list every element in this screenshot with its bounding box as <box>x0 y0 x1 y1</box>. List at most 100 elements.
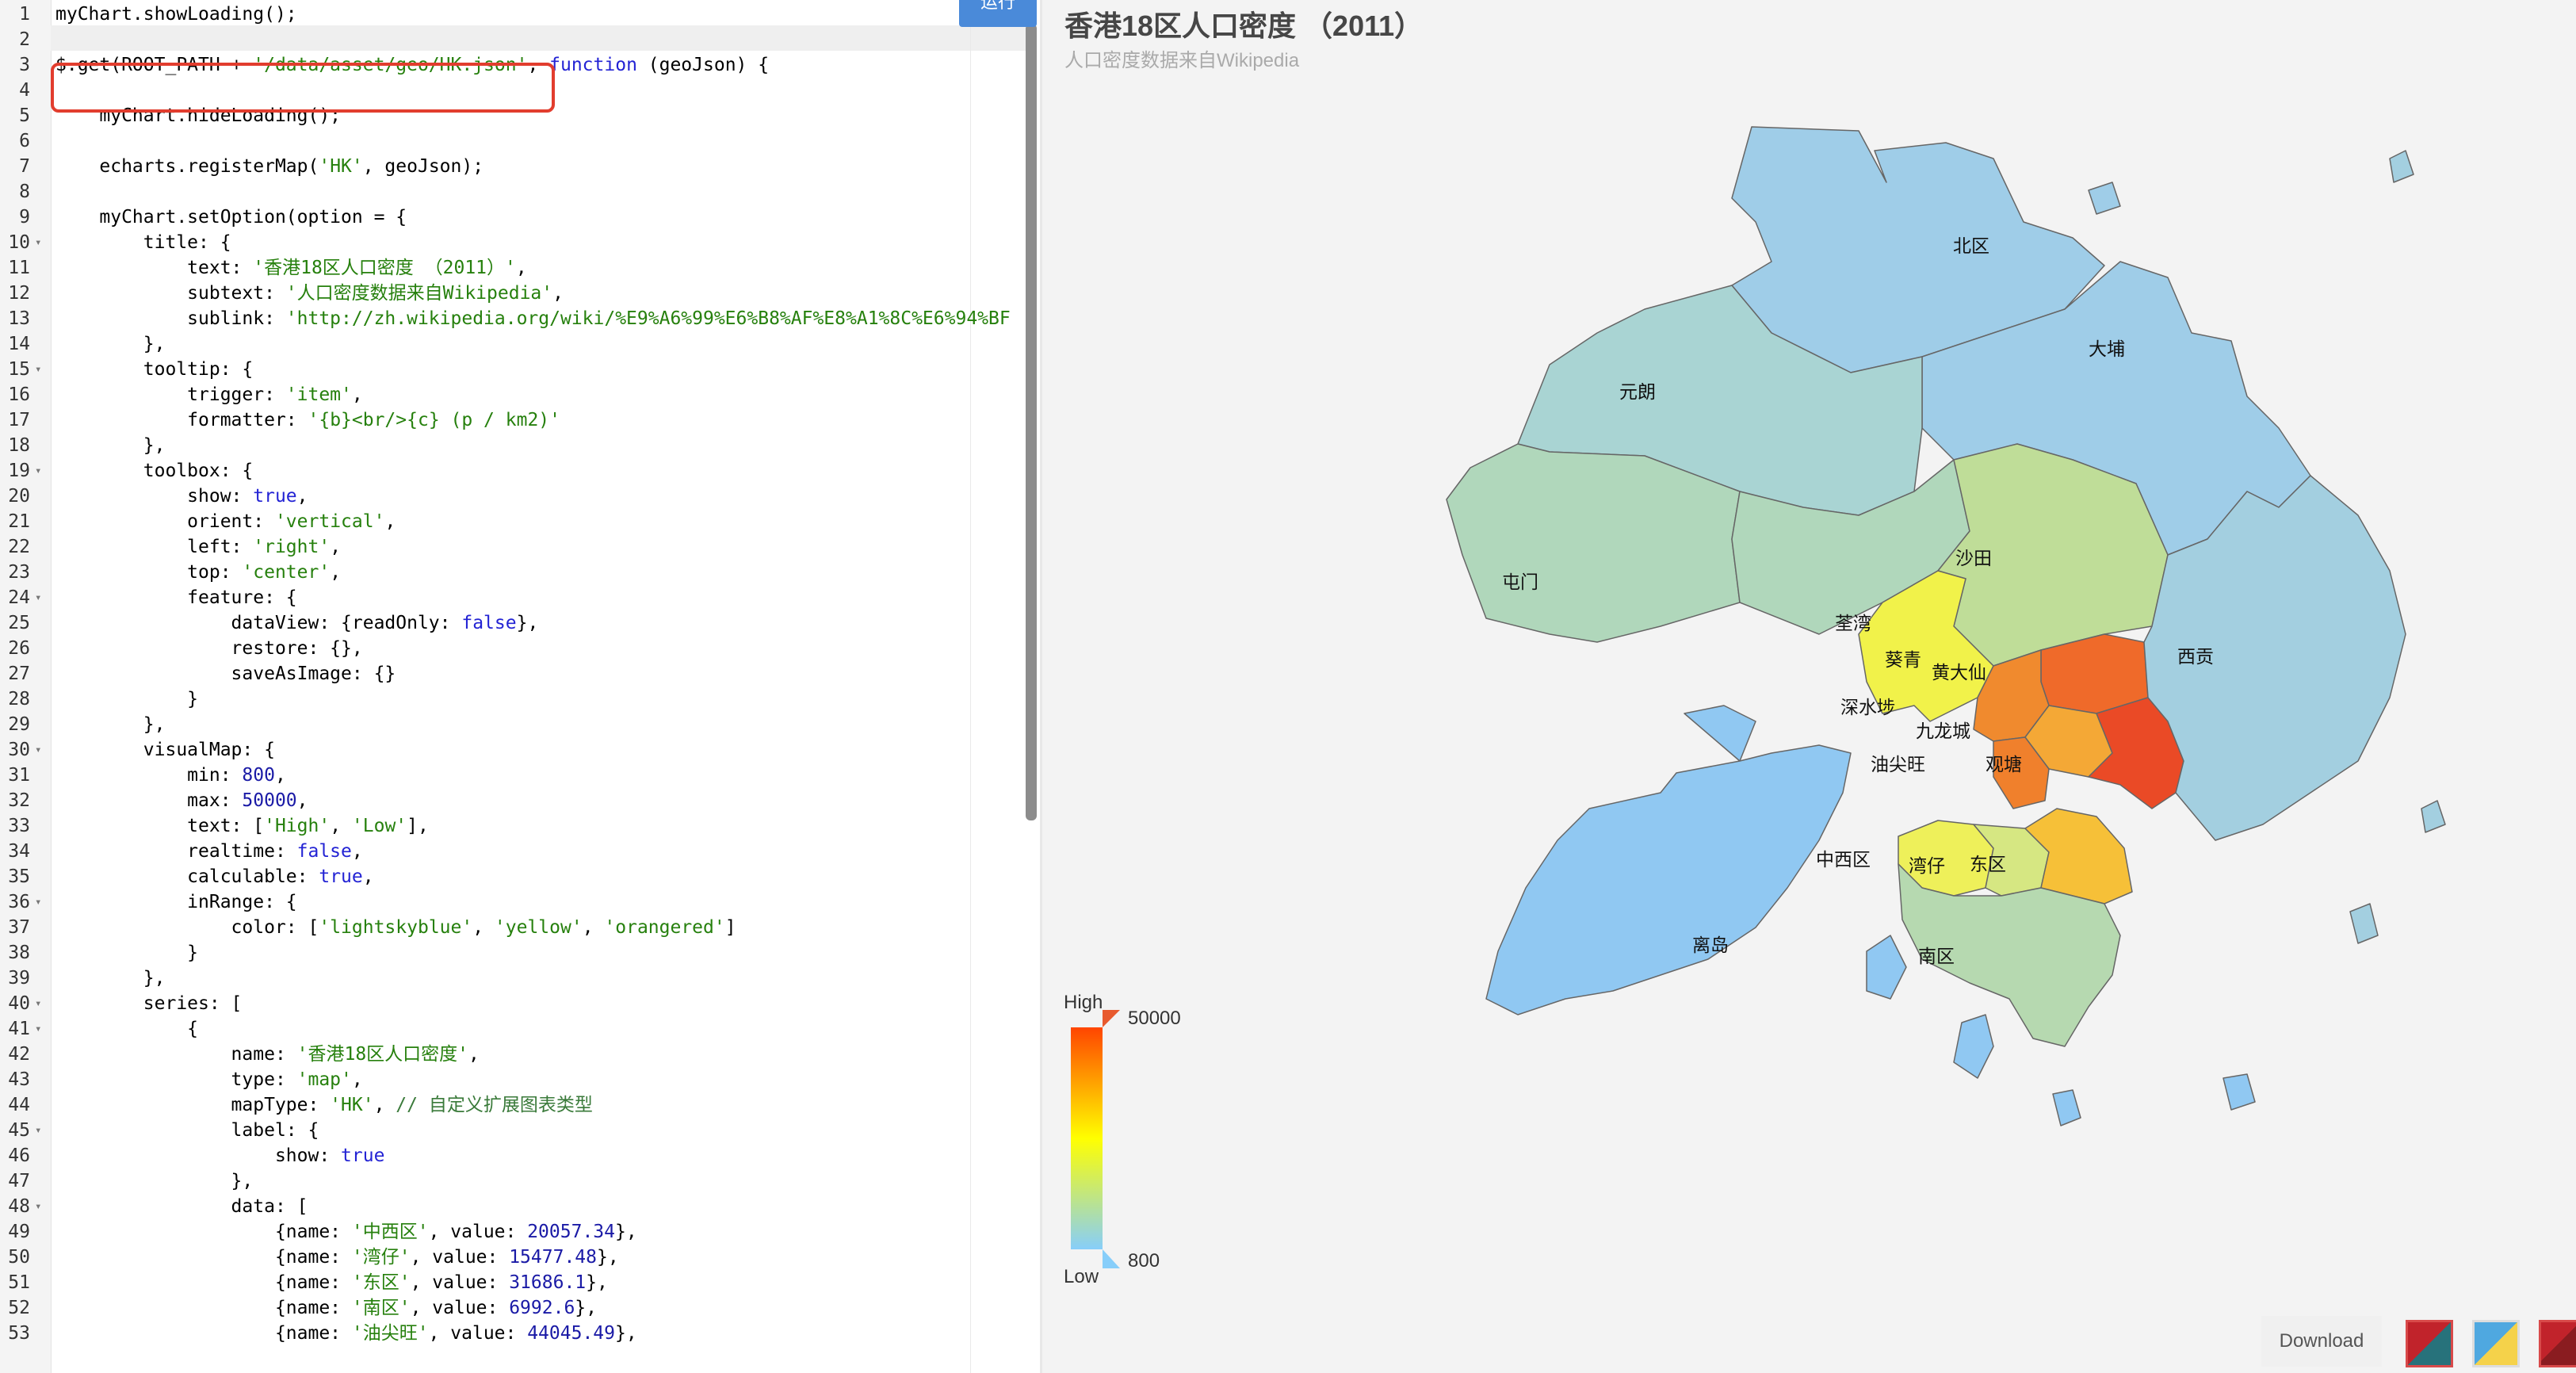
code-line[interactable]: 27 saveAsImage: {} <box>0 661 1040 686</box>
code-line[interactable]: 36 ▾ inRange: { <box>0 889 1040 915</box>
code-line[interactable]: 21 orient: 'vertical', <box>0 509 1040 534</box>
code-line[interactable]: 16 trigger: 'item', <box>0 382 1040 407</box>
code-line[interactable]: 31 min: 800, <box>0 763 1040 788</box>
code-line[interactable]: 18 }, <box>0 433 1040 458</box>
fold-arrow-icon[interactable]: ▾ <box>35 1016 41 1042</box>
visual-map-min-handle[interactable] <box>1103 1249 1120 1268</box>
code-line[interactable]: 14 }, <box>0 331 1040 357</box>
code-line[interactable]: 20 show: true, <box>0 484 1040 509</box>
code-line[interactable]: 47 }, <box>0 1168 1040 1194</box>
code-line[interactable]: 17 formatter: '{b}<br/>{c} (p / km2)' <box>0 407 1040 433</box>
code-editor[interactable]: 1 myChart.showLoading(); 2 3 $.get(ROOT_PATH… <box>0 0 1040 1373</box>
code-text: myChart.showLoading(); <box>55 2 297 27</box>
code-line[interactable]: 28 } <box>0 686 1040 712</box>
code-line[interactable]: 37 color: ['lightskyblue', 'yellow', 'or… <box>0 915 1040 940</box>
code-line[interactable]: 46 show: true <box>0 1143 1040 1168</box>
code-line[interactable]: 26 restore: {}, <box>0 636 1040 661</box>
code-text: } <box>55 686 198 712</box>
fold-arrow-icon[interactable]: ▾ <box>35 1118 41 1143</box>
code-line[interactable]: 50 {name: '湾仔', value: 15477.48}, <box>0 1245 1040 1270</box>
code-line[interactable]: 45 ▾ label: { <box>0 1118 1040 1143</box>
theme-swatch-dark[interactable] <box>2406 1320 2453 1367</box>
code-line[interactable]: 8 <box>0 179 1040 205</box>
fold-arrow-icon[interactable]: ▾ <box>35 737 41 763</box>
code-line[interactable]: 19 ▾ toolbox: { <box>0 458 1040 484</box>
code-line[interactable]: 11 text: '香港18区人口密度 （2011）', <box>0 255 1040 281</box>
code-line[interactable]: 40 ▾ series: [ <box>0 991 1040 1016</box>
code-line[interactable]: 51 {name: '东区', value: 31686.1}, <box>0 1270 1040 1295</box>
code-line[interactable]: 25 dataView: {readOnly: false}, <box>0 610 1040 636</box>
code-line[interactable]: 44 mapType: 'HK', // 自定义扩展图表类型 <box>0 1092 1040 1118</box>
code-token: '{b}<br/>{c} (p / km2)' <box>308 410 561 430</box>
visual-map-max-handle[interactable] <box>1103 1010 1120 1027</box>
code-token: , geoJson); <box>362 156 484 177</box>
line-number: 9 <box>19 207 30 228</box>
visual-map-legend[interactable]: High 50000 800 Low <box>1064 992 1181 1287</box>
code-line[interactable]: 35 calculable: true, <box>0 864 1040 889</box>
code-line[interactable]: 10 ▾ title: { <box>0 230 1040 255</box>
code-line[interactable]: 12 subtext: '人口密度数据来自Wikipedia', <box>0 281 1040 306</box>
code-line[interactable]: 22 left: 'right', <box>0 534 1040 560</box>
code-token: , <box>384 511 396 532</box>
code-line[interactable]: 52 {name: '南区', value: 6992.6}, <box>0 1295 1040 1321</box>
code-line[interactable]: 41 ▾ { <box>0 1016 1040 1042</box>
code-token: label: { <box>55 1120 319 1141</box>
theme-swatch-light[interactable] <box>2472 1320 2520 1367</box>
code-line[interactable]: 30 ▾ visualMap: { <box>0 737 1040 763</box>
code-token: restore: {}, <box>55 638 363 659</box>
line-number: 37 <box>8 917 30 938</box>
fold-arrow-icon[interactable]: ▾ <box>35 357 41 382</box>
code-line[interactable]: 39 }, <box>0 966 1040 991</box>
fold-arrow-icon[interactable]: ▾ <box>35 991 41 1016</box>
code-line[interactable]: 24 ▾ feature: { <box>0 585 1040 610</box>
code-line[interactable]: 6 <box>0 128 1040 154</box>
code-line[interactable]: 48 ▾ data: [ <box>0 1194 1040 1219</box>
region-离岛[interactable] <box>1485 705 1852 1015</box>
fold-arrow-icon[interactable]: ▾ <box>35 889 41 915</box>
fold-arrow-icon[interactable]: ▾ <box>35 230 41 255</box>
code-line[interactable]: 13 sublink: 'http://zh.wikipedia.org/wik… <box>0 306 1040 331</box>
code-token: '东区' <box>351 1272 411 1293</box>
code-line[interactable]: 2 <box>0 27 1040 52</box>
code-line[interactable]: 53 {name: '油尖旺', value: 44045.49}, <box>0 1321 1040 1346</box>
fold-arrow-icon[interactable]: ▾ <box>35 1194 41 1219</box>
code-line[interactable]: 49 {name: '中西区', value: 20057.34}, <box>0 1219 1040 1245</box>
code-token: 'orangered' <box>604 917 725 938</box>
code-line[interactable]: 1 myChart.showLoading(); <box>0 2 1040 27</box>
region-黄大仙[interactable] <box>2040 633 2149 714</box>
run-button[interactable]: 运行 <box>959 0 1037 27</box>
visual-map-gradient-bar[interactable] <box>1071 1027 1103 1249</box>
code-token: // 自定义扩展图表类型 <box>396 1095 593 1115</box>
line-number: 22 <box>8 537 30 557</box>
theme-swatch-red[interactable] <box>2539 1320 2576 1367</box>
editor-scrollbar[interactable] <box>1026 24 1037 820</box>
code-line[interactable]: 38 } <box>0 940 1040 966</box>
code-token: show: <box>55 486 254 507</box>
code-line[interactable]: 42 name: '香港18区人口密度', <box>0 1042 1040 1067</box>
code-token: 50000 <box>242 790 297 811</box>
code-line[interactable]: 29 }, <box>0 712 1040 737</box>
code-line[interactable]: 43 type: 'map', <box>0 1067 1040 1092</box>
code-line[interactable]: 34 realtime: false, <box>0 839 1040 864</box>
code-line[interactable]: 33 text: ['High', 'Low'], <box>0 813 1040 839</box>
code-line[interactable]: 9 myChart.setOption(option = { <box>0 205 1040 230</box>
label-屯门: 屯门 <box>1502 572 1538 593</box>
label-黄大仙: 黄大仙 <box>1932 663 1986 683</box>
download-button[interactable]: Download <box>2261 1316 2382 1367</box>
code-line[interactable]: 23 top: 'center', <box>0 560 1040 585</box>
code-text: } <box>55 940 198 966</box>
fold-arrow-icon[interactable]: ▾ <box>35 458 41 484</box>
label-东区: 东区 <box>1970 855 2006 875</box>
code-line[interactable]: 7 echarts.registerMap('HK', geoJson); <box>0 154 1040 179</box>
line-number: 39 <box>8 968 30 989</box>
code-token: visualMap: { <box>55 740 275 760</box>
code-token: 31686.1 <box>509 1272 587 1293</box>
code-token: , <box>582 917 605 938</box>
fold-arrow-icon[interactable]: ▾ <box>35 585 41 610</box>
line-number: 17 <box>8 410 30 430</box>
line-number: 12 <box>8 283 30 304</box>
code-line[interactable]: 15 ▾ tooltip: { <box>0 357 1040 382</box>
chart-subtitle-link[interactable]: 人口密度数据来自Wikipedia <box>1064 44 1299 72</box>
code-line[interactable]: 32 max: 50000, <box>0 788 1040 813</box>
code-token: , <box>472 917 495 938</box>
